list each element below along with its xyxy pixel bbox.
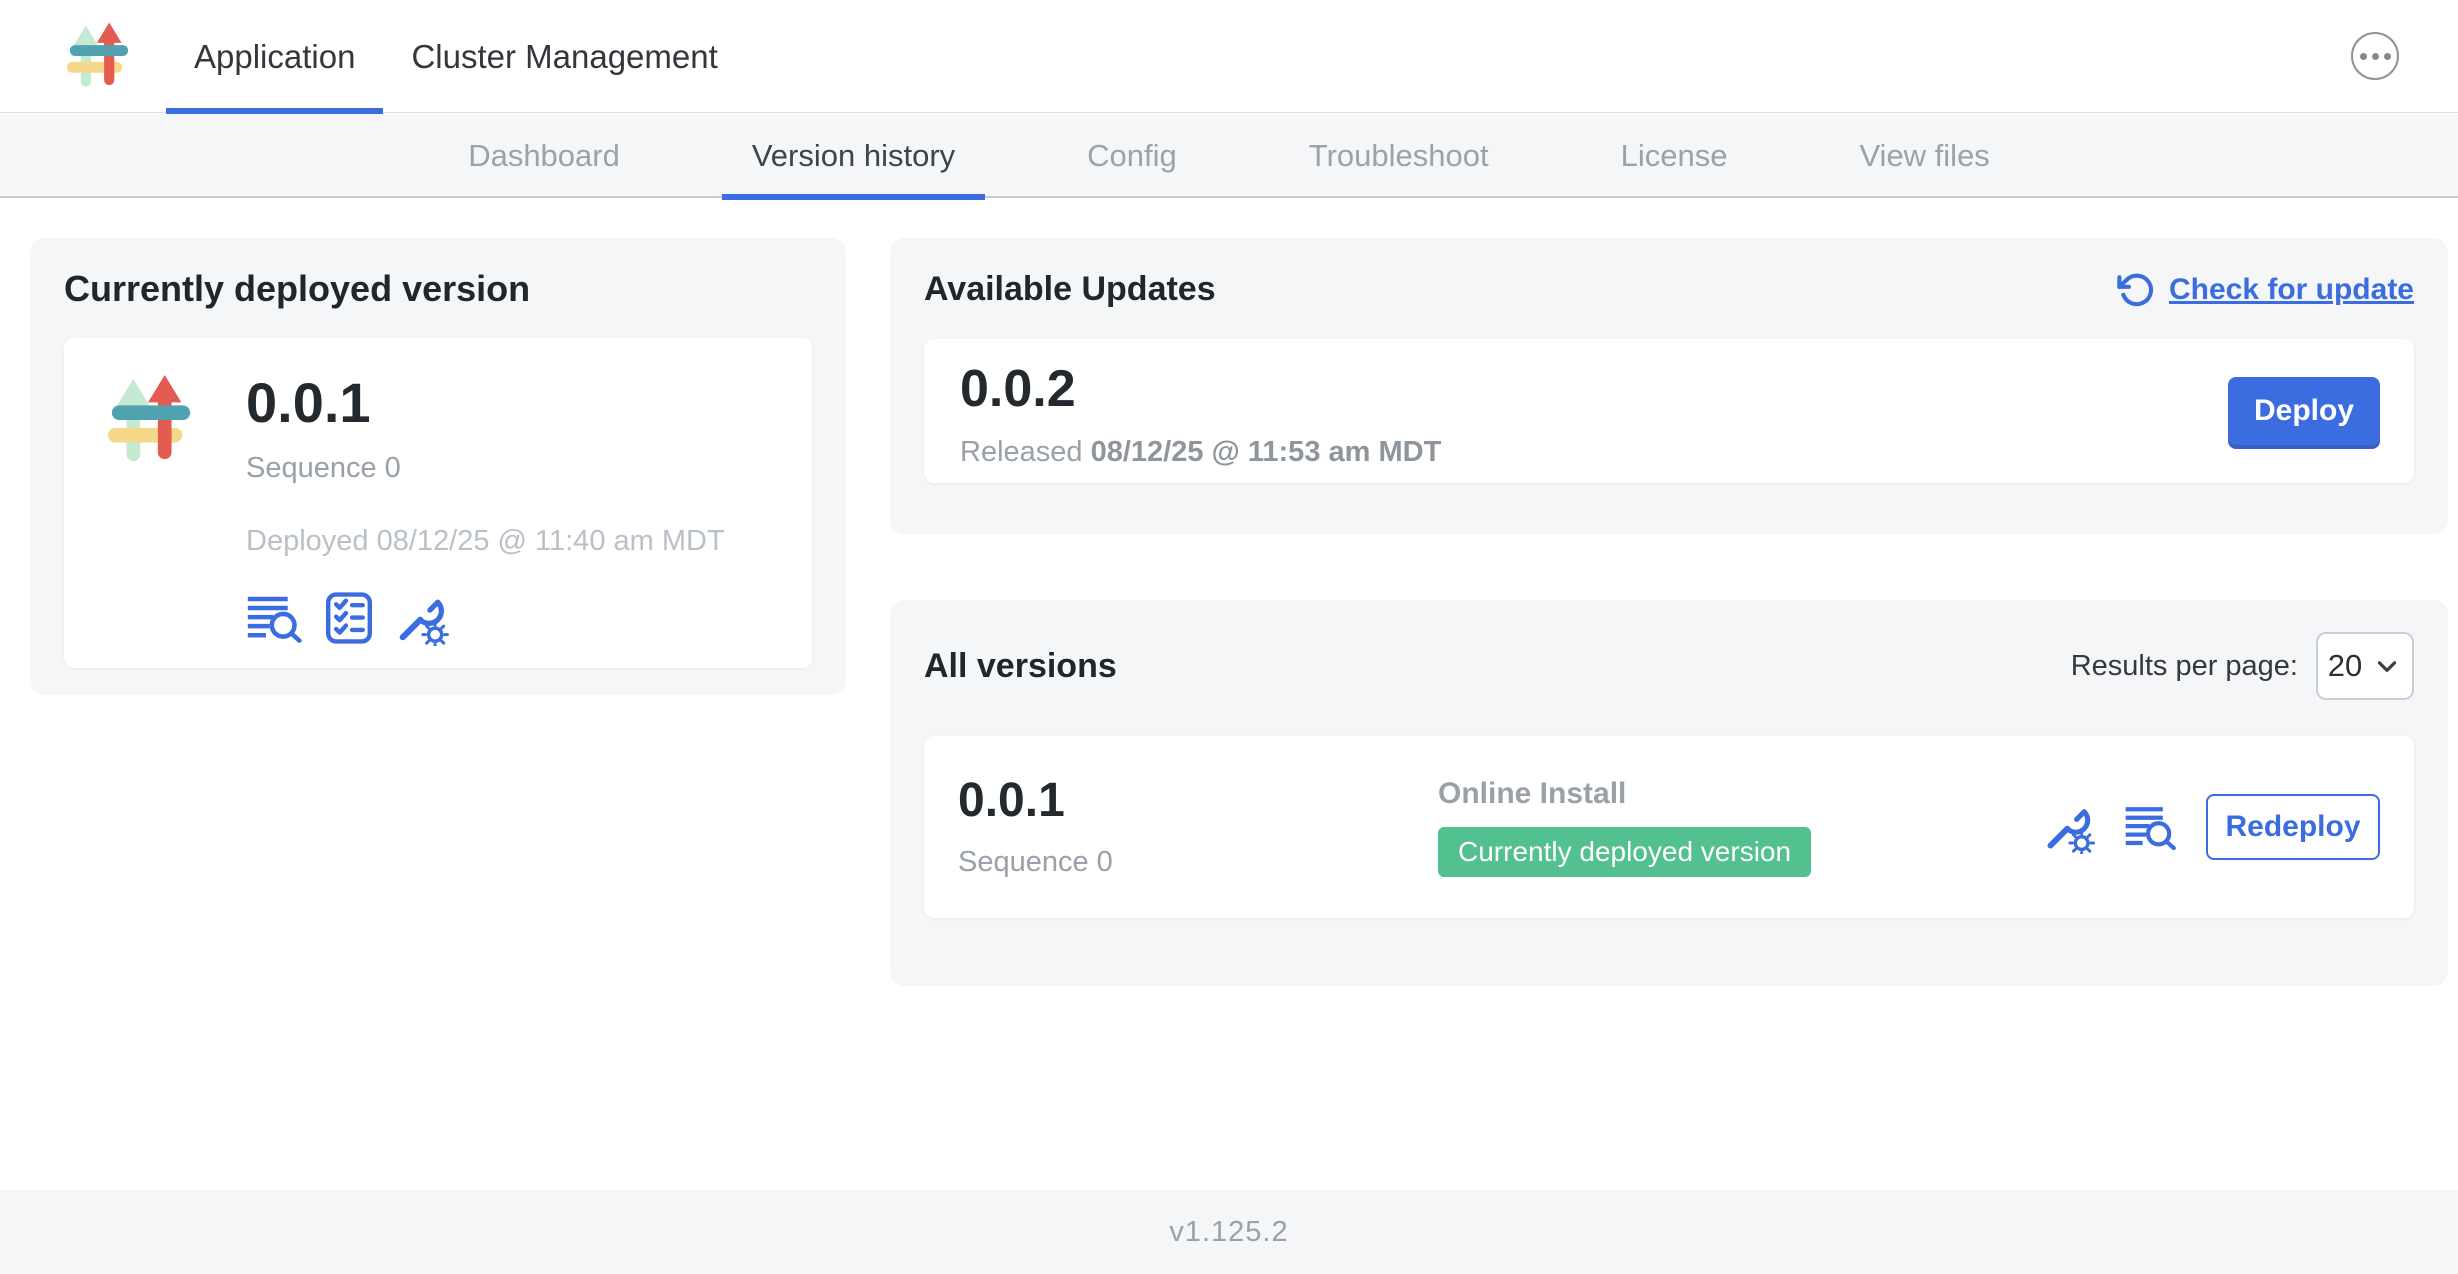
refresh-icon <box>2117 271 2155 309</box>
update-version-number: 0.0.2 <box>960 361 2378 418</box>
all-versions-title: All versions <box>924 647 1117 686</box>
header-tabs: Application Cluster Management <box>166 0 746 113</box>
tab-application-label: Application <box>194 38 355 76</box>
tab-config-label: Config <box>1087 138 1177 174</box>
chevron-down-icon <box>2372 651 2402 681</box>
log-search-icon[interactable] <box>2124 804 2178 850</box>
app-logo-icon <box>64 20 134 92</box>
tab-license-label: License <box>1621 138 1728 174</box>
version-row: 0.0.1 Sequence 0 Online Install Currentl… <box>924 736 2414 918</box>
available-updates-title: Available Updates <box>924 270 1216 309</box>
deployed-sequence: Sequence 0 <box>246 452 725 485</box>
version-row-number: 0.0.1 <box>958 775 1438 828</box>
tab-version-history[interactable]: Version history <box>722 114 985 198</box>
deployed-timestamp: Deployed 08/12/25 @ 11:40 am MDT <box>246 525 725 558</box>
deployed-version-number: 0.0.1 <box>246 372 725 434</box>
update-released-timestamp: Released 08/12/25 @ 11:53 am MDT <box>960 436 2378 469</box>
tab-license[interactable]: License <box>1591 114 1758 198</box>
deployed-actions <box>246 590 725 646</box>
tab-troubleshoot-label: Troubleshoot <box>1309 138 1489 174</box>
tab-view-files-label: View files <box>1859 138 1989 174</box>
checklist-icon[interactable] <box>324 591 374 645</box>
deployed-version-card: 0.0.1 Sequence 0 Deployed 08/12/25 @ 11:… <box>64 338 812 668</box>
available-updates-section: Available Updates Check for update 0.0.2… <box>890 238 2448 534</box>
admin-console-page: Application Cluster Management Dashboard… <box>0 0 2458 1274</box>
tab-view-files[interactable]: View files <box>1829 114 2019 198</box>
tab-cluster-management-label: Cluster Management <box>411 38 717 76</box>
released-date: 08/12/25 @ 11:53 am MDT <box>1091 436 1442 468</box>
ellipsis-icon <box>2360 53 2367 60</box>
top-navbar: Application Cluster Management <box>0 0 2458 113</box>
version-row-status: Online Install Currently deployed versio… <box>1438 777 1811 877</box>
results-per-page: Results per page: 20 <box>2071 632 2414 700</box>
results-per-page-value: 20 <box>2328 648 2362 684</box>
currently-deployed-badge: Currently deployed version <box>1438 827 1811 877</box>
deploy-button[interactable]: Deploy <box>2228 377 2380 445</box>
tab-dashboard[interactable]: Dashboard <box>438 114 650 198</box>
install-type-label: Online Install <box>1438 777 1811 811</box>
wrench-gear-icon[interactable] <box>2042 800 2096 854</box>
all-versions-header: All versions Results per page: 20 <box>924 632 2414 700</box>
page-footer: v1.125.2 <box>0 1190 2458 1274</box>
check-for-update-label: Check for update <box>2169 273 2414 307</box>
currently-deployed-title: Currently deployed version <box>64 268 812 310</box>
version-row-actions: Redeploy <box>2042 794 2380 860</box>
wrench-gear-icon[interactable] <box>394 590 450 646</box>
results-per-page-select[interactable]: 20 <box>2316 632 2414 700</box>
tab-troubleshoot[interactable]: Troubleshoot <box>1279 114 1519 198</box>
tab-cluster-management[interactable]: Cluster Management <box>383 0 745 113</box>
version-row-sequence: Sequence 0 <box>958 846 1438 879</box>
check-for-update-link[interactable]: Check for update <box>2117 271 2414 309</box>
released-prefix: Released <box>960 436 1091 468</box>
tab-config[interactable]: Config <box>1057 114 1207 198</box>
tab-application[interactable]: Application <box>166 0 383 113</box>
deployed-version-info: 0.0.1 Sequence 0 Deployed 08/12/25 @ 11:… <box>246 372 725 634</box>
version-row-info: 0.0.1 Sequence 0 <box>958 775 1438 879</box>
currently-deployed-section: Currently deployed version 0.0.1 Sequenc… <box>30 238 846 695</box>
available-updates-header: Available Updates Check for update <box>924 270 2414 309</box>
log-search-icon[interactable] <box>246 593 304 643</box>
update-row: 0.0.2 Released 08/12/25 @ 11:53 am MDT D… <box>924 339 2414 483</box>
app-logo-icon <box>104 372 198 468</box>
console-version: v1.125.2 <box>1169 1216 1288 1249</box>
app-subnav: Dashboard Version history Config Trouble… <box>0 114 2458 198</box>
results-per-page-label: Results per page: <box>2071 650 2298 683</box>
more-menu-button[interactable] <box>2351 32 2399 80</box>
all-versions-section: All versions Results per page: 20 0.0.1 … <box>890 600 2448 986</box>
redeploy-button[interactable]: Redeploy <box>2206 794 2380 860</box>
tab-version-history-label: Version history <box>752 138 955 174</box>
tab-dashboard-label: Dashboard <box>468 138 620 174</box>
